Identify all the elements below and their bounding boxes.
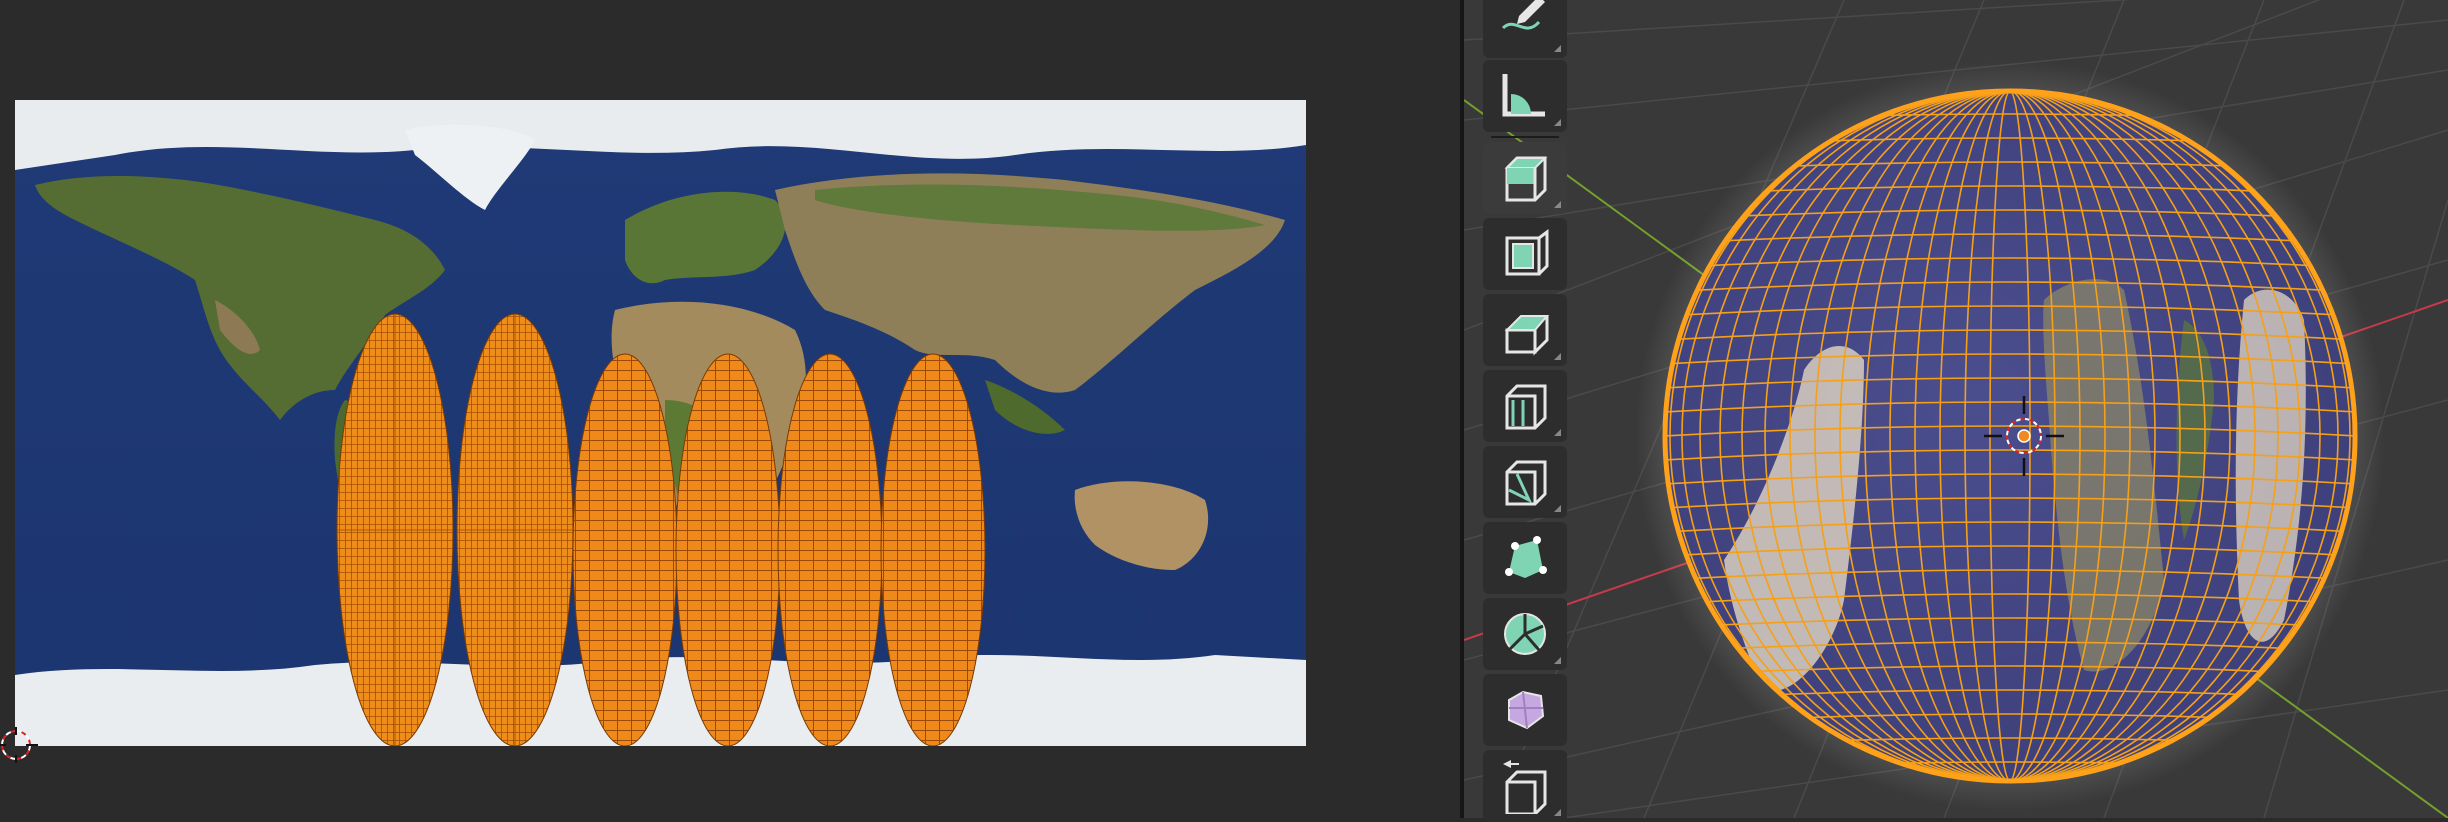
bevel-tool[interactable] <box>1483 370 1567 442</box>
3d-viewport[interactable] <box>1464 0 2448 818</box>
ruler-angle-icon <box>1502 74 1545 117</box>
knife-icon <box>1505 536 1547 578</box>
bevel-icon <box>1505 384 1547 430</box>
smooth-vertices-icon <box>1508 690 1545 730</box>
uv-image-canvas[interactable] <box>15 100 1306 746</box>
cube-add-icon <box>1504 156 1548 202</box>
measure-tool[interactable] <box>1483 60 1567 132</box>
tool-shelf <box>1483 0 1567 822</box>
uv-sphere-mesh <box>1662 88 2358 784</box>
uv-island-4 <box>675 353 781 746</box>
uv-island-6 <box>880 353 986 746</box>
poly-build-icon <box>1504 613 1546 655</box>
uv-island-5 <box>777 353 883 746</box>
uv-editor-area[interactable] <box>0 0 1460 818</box>
poly-build-tool[interactable] <box>1483 598 1567 670</box>
loop-cut-tool[interactable] <box>1483 446 1567 518</box>
viewport-scene <box>1464 0 2448 818</box>
inset-icon <box>1504 315 1550 356</box>
2d-cursor-icon[interactable] <box>0 725 40 765</box>
extrude-icon <box>1505 229 1549 276</box>
knife-tool[interactable] <box>1483 522 1567 594</box>
extrude-region-tool[interactable] <box>1483 218 1567 290</box>
pencil-squiggle-icon <box>1501 0 1545 30</box>
annotate-tool[interactable] <box>1483 0 1567 58</box>
edge-slide-tool[interactable] <box>1483 750 1567 822</box>
loop-cut-icon <box>1505 460 1547 506</box>
spin-tool[interactable] <box>1483 674 1567 746</box>
uv-island-3 <box>572 353 678 746</box>
add-cube-tool[interactable] <box>1483 142 1567 214</box>
edge-slide-icon <box>1503 760 1547 814</box>
world-map-texture <box>15 100 1306 746</box>
inset-faces-tool[interactable] <box>1483 294 1567 366</box>
